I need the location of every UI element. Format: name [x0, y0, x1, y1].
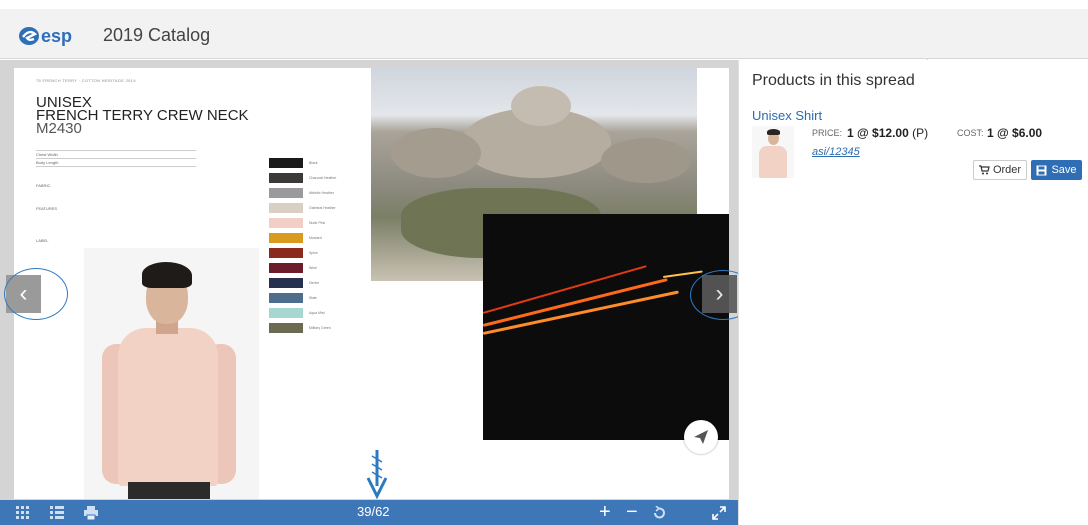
- night-road-photo: [483, 214, 729, 440]
- swatch-label: Nude Pink: [309, 221, 326, 225]
- swatch: [269, 203, 303, 213]
- fabric-label: FABRIC: [36, 183, 51, 188]
- swatch-label: Oatmeal Heather: [309, 206, 336, 210]
- swatch-label: Wine: [309, 266, 317, 270]
- rock: [601, 138, 691, 183]
- print-icon[interactable]: [84, 506, 98, 520]
- save-button[interactable]: Save: [1031, 160, 1082, 180]
- swatch: [269, 173, 303, 183]
- model-photo: [84, 248, 259, 499]
- label-label: LABEL: [36, 238, 49, 243]
- annotation-arrow-down-icon: [366, 450, 388, 500]
- swatch-label: Athletic Heather: [309, 191, 334, 195]
- swatch-label: Slate: [309, 296, 317, 300]
- price-value: 1 @ $12.00 (P): [847, 126, 928, 140]
- swatch: [269, 278, 303, 288]
- paper-plane-icon: [694, 430, 708, 444]
- cost-label: COST:: [957, 128, 984, 138]
- reset-zoom-icon[interactable]: [652, 506, 666, 520]
- asi-number-link[interactable]: asi/12345: [812, 146, 860, 158]
- esp-logo-icon: esp: [19, 26, 72, 46]
- swatch-label: Military Green: [309, 326, 331, 330]
- swatch: [269, 308, 303, 318]
- spec-row-label: Body Length: [36, 160, 59, 165]
- page-indicator: 39/62: [357, 504, 390, 519]
- top-header: esp 2019 Catalog: [0, 0, 1088, 59]
- list-view-icon[interactable]: [50, 506, 64, 520]
- page-header-small: 75 FRENCH TERRY · COTTON HERITAGE 2019: [36, 78, 136, 83]
- light-streak: [483, 290, 679, 335]
- light-streak: [662, 270, 703, 278]
- rock: [391, 128, 481, 178]
- style-code: M2430: [36, 120, 82, 137]
- viewer-toolbar: 39/62 + −: [0, 500, 738, 525]
- price-amount: 1 @ $12.00: [847, 126, 909, 140]
- save-label: Save: [1051, 164, 1077, 176]
- swatch-label: Mustard: [309, 236, 322, 240]
- zoom-in-icon[interactable]: +: [599, 501, 611, 523]
- product-thumbnail[interactable]: [752, 126, 794, 178]
- model-shirt: [118, 328, 218, 486]
- swatch-label: Black: [309, 161, 318, 165]
- rock: [511, 86, 571, 126]
- swatch: [269, 188, 303, 198]
- grid-view-icon[interactable]: [16, 506, 30, 520]
- price-label: PRICE:: [812, 128, 843, 138]
- swatch: [269, 158, 303, 168]
- spec-table-rule: [36, 158, 196, 159]
- swatch-label: Aqua Mist: [309, 311, 325, 315]
- catalog-title: 2019 Catalog: [103, 25, 211, 45]
- swatch-label: Spice: [309, 251, 318, 255]
- esp-logo[interactable]: esp: [18, 23, 88, 49]
- spec-table-rule: [36, 166, 196, 167]
- right-page: [371, 68, 729, 499]
- order-label: Order: [992, 164, 1022, 176]
- products-sidebar: Products in this spread Unisex Shirt PRI…: [738, 60, 1088, 525]
- swatch-label: Denim: [309, 281, 320, 285]
- product-name-link[interactable]: Unisex Shirt: [752, 108, 822, 123]
- model-pants: [128, 482, 210, 499]
- left-page: 75 FRENCH TERRY · COTTON HERITAGE 2019 U…: [14, 68, 371, 499]
- sidebar-heading: Products in this spread: [752, 72, 915, 89]
- swatch-label: Charcoal Heather: [309, 176, 337, 180]
- spec-row-label: Chest Width: [36, 152, 58, 157]
- swatch: [269, 263, 303, 273]
- cost-amount: 1 @ $6.00: [987, 126, 1043, 140]
- swatch: [269, 248, 303, 258]
- zoom-out-icon[interactable]: −: [626, 501, 638, 523]
- fullscreen-icon[interactable]: [712, 506, 726, 520]
- price-suffix: (P): [912, 126, 929, 140]
- cart-icon: [978, 165, 990, 175]
- thumb-shirt: [759, 146, 787, 178]
- logo-text: esp: [41, 26, 72, 46]
- swatch: [269, 293, 303, 303]
- share-button[interactable]: [684, 420, 718, 454]
- order-button[interactable]: Order: [973, 160, 1027, 180]
- swatch: [269, 233, 303, 243]
- features-label: FEATURES: [36, 206, 58, 211]
- model-hair: [142, 262, 192, 288]
- cost-value: 1 @ $6.00: [987, 126, 1042, 140]
- spec-table-rule: [36, 150, 196, 151]
- swatch: [269, 323, 303, 333]
- thumb-hair: [767, 129, 780, 135]
- save-icon: [1036, 165, 1047, 175]
- highlight-circle: [4, 268, 68, 320]
- swatch: [269, 218, 303, 228]
